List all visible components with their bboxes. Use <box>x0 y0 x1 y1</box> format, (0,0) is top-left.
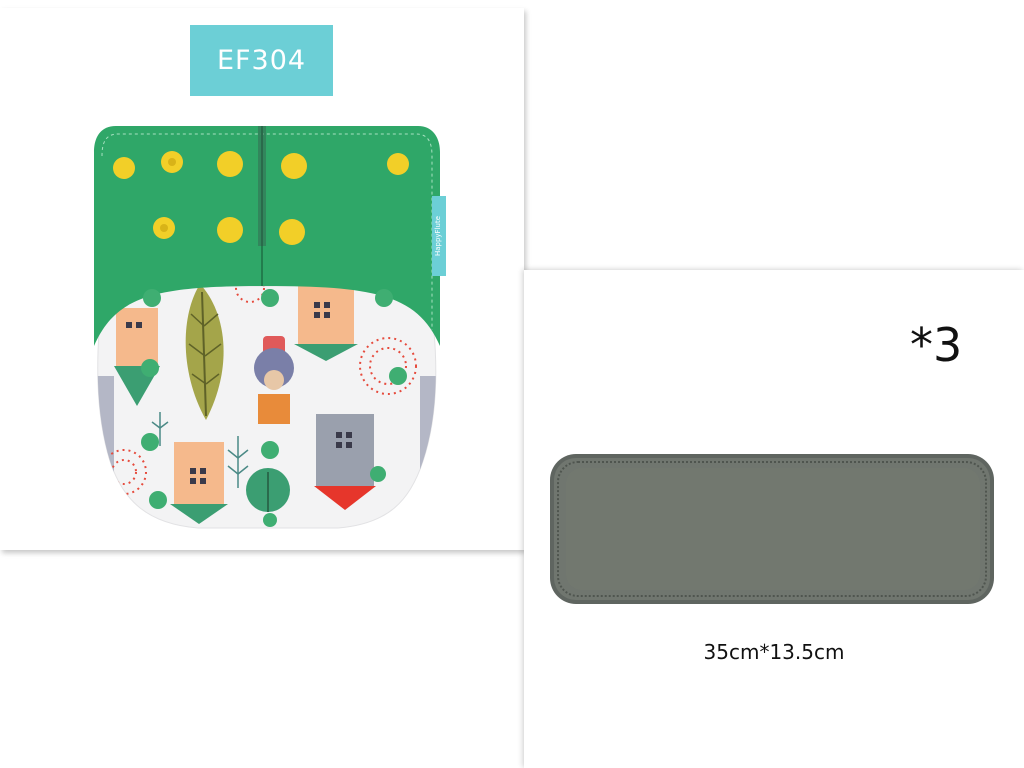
product-image: EF304 HappyFlute *3 35cm*13.5cm <box>0 0 1024 768</box>
svg-text:HappyFlute: HappyFlute <box>434 216 442 256</box>
print-panel <box>97 285 437 529</box>
insert-pad-image <box>550 454 994 604</box>
dimensions-label: 35cm*13.5cm <box>703 640 845 664</box>
insert-card: *3 35cm*13.5cm <box>524 270 1024 768</box>
sku-badge: EF304 <box>190 25 333 96</box>
quantity-label: *3 <box>910 318 963 372</box>
brand-tag: HappyFlute <box>432 196 446 276</box>
round-tree-print <box>246 468 290 512</box>
diaper-card: EF304 HappyFlute <box>0 8 524 550</box>
diaper-illustration: HappyFlute <box>94 126 446 529</box>
